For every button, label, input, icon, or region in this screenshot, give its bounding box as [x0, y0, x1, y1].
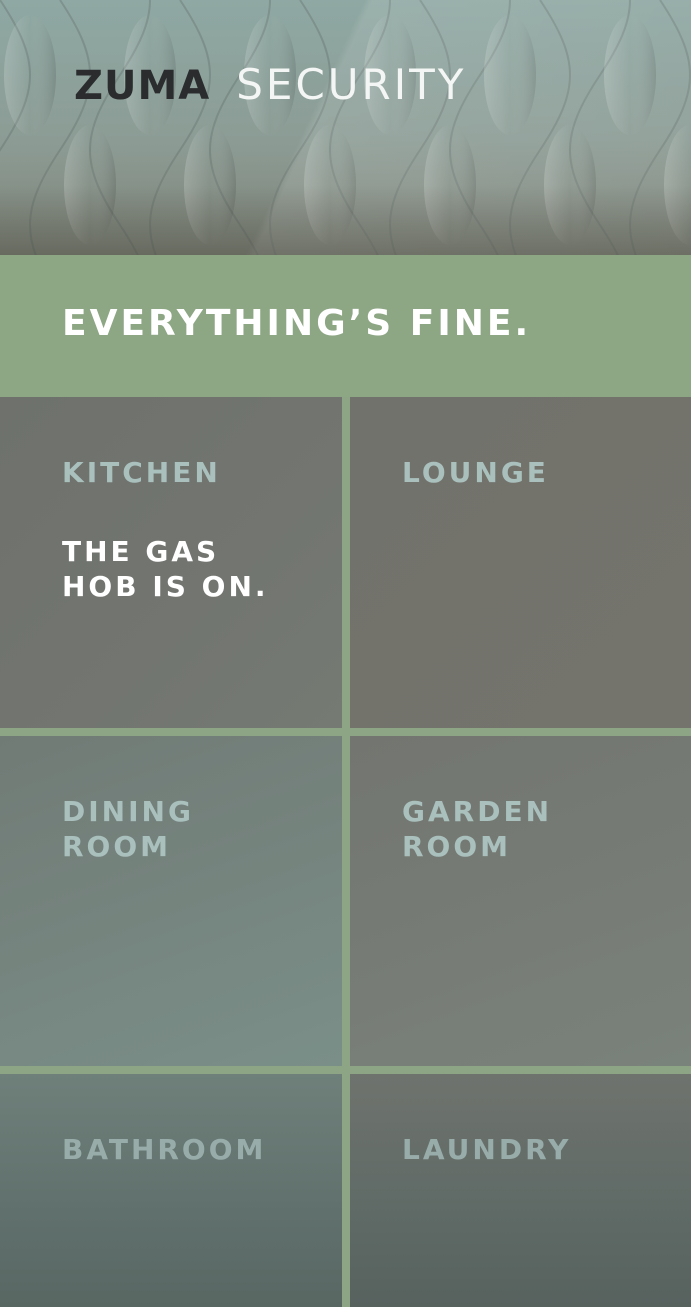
room-tile-laundry[interactable]: LAUNDRY — [350, 1074, 691, 1307]
rooms-grid: KITCHEN THE GAS HOB IS ON. LOUNGE DINING… — [0, 397, 691, 1307]
logo-product-text: SECURITY — [236, 60, 467, 109]
room-tile-lounge[interactable]: LOUNGE — [350, 397, 691, 728]
room-name: GARDEN ROOM — [402, 795, 553, 863]
room-tile-bathroom[interactable]: BATHROOM — [0, 1074, 342, 1307]
status-banner: EVERYTHING’S FINE. — [0, 255, 691, 397]
room-name: LOUNGE — [402, 456, 549, 489]
status-message: EVERYTHING’S FINE. — [62, 303, 532, 344]
app-logo: ZUMA SECURITY — [74, 60, 466, 109]
room-name: DINING ROOM — [62, 795, 194, 863]
room-name: BATHROOM — [62, 1133, 267, 1166]
room-tile-kitchen[interactable]: KITCHEN THE GAS HOB IS ON. — [0, 397, 342, 728]
header-banner: ZUMA SECURITY — [0, 0, 691, 255]
header-shade — [0, 185, 691, 255]
room-tile-dining-room[interactable]: DINING ROOM — [0, 736, 342, 1066]
app-root: ZUMA SECURITY EVERYTHING’S FINE. KITCHEN… — [0, 0, 691, 1307]
logo-brand-text: ZUMA — [74, 63, 211, 109]
room-name: LAUNDRY — [402, 1133, 572, 1166]
room-name: KITCHEN — [62, 456, 221, 489]
room-tile-garden-room[interactable]: GARDEN ROOM — [350, 736, 691, 1066]
room-alert: THE GAS HOB IS ON. — [62, 535, 269, 603]
